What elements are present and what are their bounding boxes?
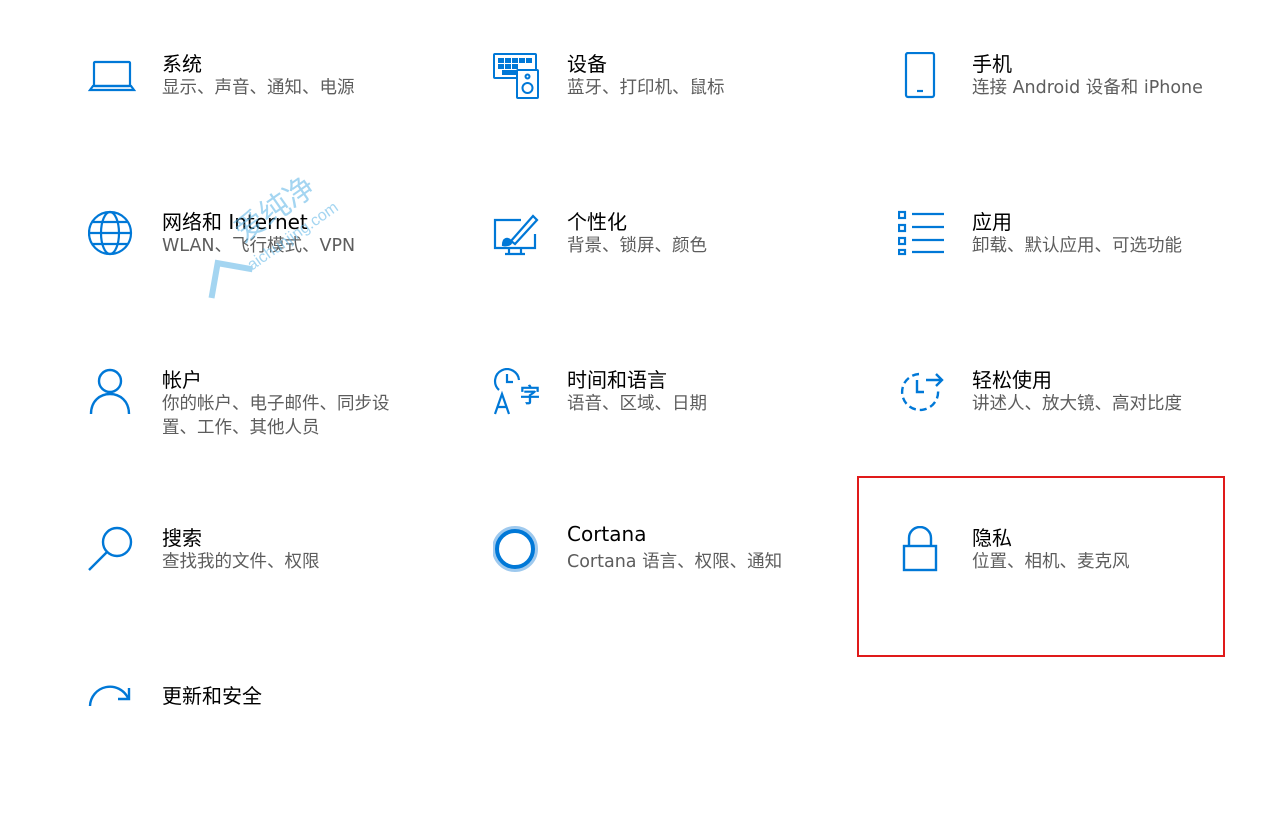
- tile-description: 语音、区域、日期: [567, 394, 707, 414]
- tile-description: 你的帐户、电子邮件、同步设置、工作、其他人员: [162, 394, 390, 438]
- tile-title: 帐户: [162, 368, 202, 392]
- keyboard-speaker-icon: [493, 52, 541, 100]
- settings-tile-personalization[interactable]: 个性化 背景、锁屏、颜色: [493, 210, 853, 340]
- tile-description: 显示、声音、通知、电源: [162, 78, 355, 98]
- tile-title: 时间和语言: [567, 368, 667, 392]
- phone-icon: [898, 52, 946, 100]
- time-language-icon: 字: [493, 368, 541, 416]
- update-icon: [88, 684, 136, 732]
- tile-title: 轻松使用: [972, 368, 1052, 392]
- globe-icon: [88, 210, 136, 258]
- tile-title: 网络和 Internet: [162, 210, 308, 234]
- settings-tile-update-security[interactable]: 更新和安全: [88, 684, 448, 814]
- privacy-highlight-box: [857, 476, 1225, 657]
- settings-tile-network[interactable]: 网络和 Internet WLAN、飞行模式、VPN: [88, 210, 448, 340]
- tile-description: WLAN、飞行模式、VPN: [162, 236, 356, 256]
- paint-monitor-icon: [493, 210, 541, 258]
- tile-title: 系统: [162, 52, 202, 76]
- settings-tile-phone[interactable]: 手机 连接 Android 设备和 iPhone: [898, 52, 1258, 182]
- tile-title: 个性化: [567, 210, 627, 234]
- ease-of-access-icon: [898, 368, 946, 416]
- svg-text:字: 字: [520, 383, 540, 407]
- settings-tile-system[interactable]: 系统 显示、声音、通知、电源: [88, 52, 448, 182]
- settings-tile-time-language[interactable]: 字 时间和语言 语音、区域、日期: [493, 368, 853, 498]
- tile-description: 连接 Android 设备和 iPhone: [972, 78, 1203, 98]
- tile-title: 更新和安全: [162, 684, 262, 708]
- tile-description: 背景、锁屏、颜色: [567, 236, 707, 256]
- tile-title: 设备: [567, 52, 607, 76]
- settings-tile-cortana[interactable]: Cortana Cortana 语言、权限、通知: [493, 522, 853, 656]
- tile-description: 讲述人、放大镜、高对比度: [972, 394, 1182, 414]
- settings-tile-accounts[interactable]: 帐户 你的帐户、电子邮件、同步设置、工作、其他人员: [88, 368, 448, 498]
- search-icon: [88, 526, 136, 574]
- tile-title: 搜索: [162, 526, 202, 550]
- tile-description: 查找我的文件、权限: [162, 552, 320, 572]
- cortana-icon: [493, 526, 541, 574]
- tile-title: 应用: [972, 210, 1012, 234]
- tile-description: Cortana 语言、权限、通知: [567, 552, 783, 572]
- person-icon: [88, 368, 136, 416]
- tile-description: 蓝牙、打印机、鼠标: [567, 78, 725, 98]
- laptop-icon: [88, 52, 136, 100]
- tile-title: 手机: [972, 52, 1012, 76]
- settings-tile-apps[interactable]: 应用 卸载、默认应用、可选功能: [898, 210, 1258, 340]
- settings-tile-search[interactable]: 搜索 查找我的文件、权限: [88, 526, 448, 656]
- tile-description: 卸载、默认应用、可选功能: [972, 236, 1182, 256]
- tile-title: Cortana: [567, 522, 647, 546]
- apps-list-icon: [898, 210, 946, 258]
- settings-tile-devices[interactable]: 设备 蓝牙、打印机、鼠标: [493, 52, 853, 182]
